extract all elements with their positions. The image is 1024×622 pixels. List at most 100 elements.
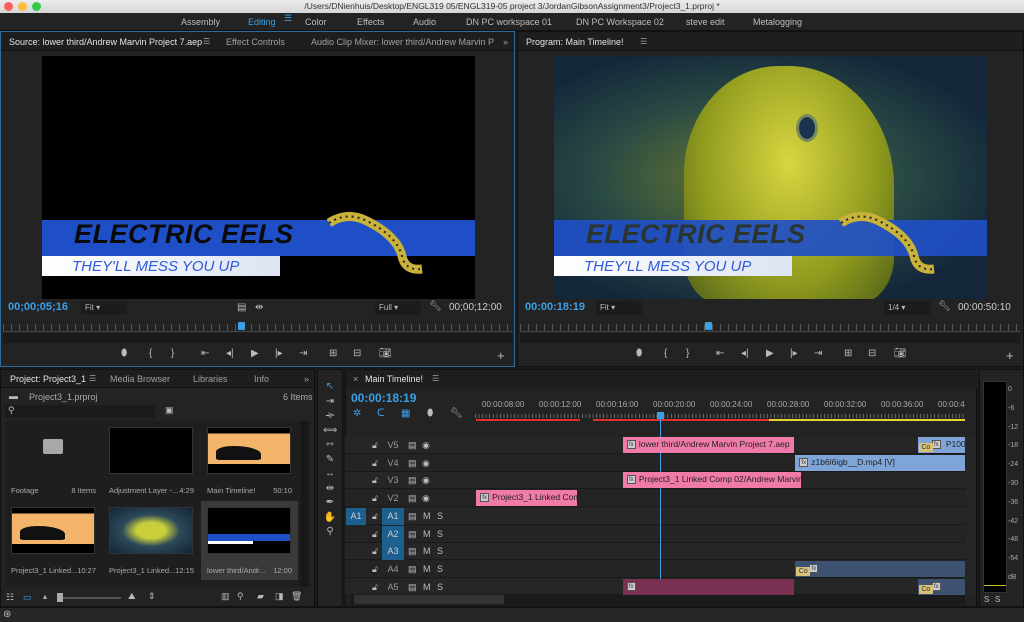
- solo-button[interactable]: S: [437, 582, 443, 592]
- step-back-icon[interactable]: ◂|: [741, 348, 749, 359]
- eye-icon[interactable]: ◉: [422, 440, 430, 451]
- find-icon[interactable]: ⚲: [237, 591, 244, 602]
- tab-libraries[interactable]: Libraries: [193, 374, 228, 384]
- source-fit-select[interactable]: Fit ▾: [81, 301, 127, 315]
- tab-source[interactable]: Source: lower third/Andrew Marvin Projec…: [9, 37, 202, 47]
- playhead-handle[interactable]: [656, 412, 664, 419]
- more-tabs-icon[interactable]: »: [503, 37, 508, 47]
- project-scrollbar[interactable]: [301, 421, 309, 587]
- ripple-edit-tool-icon[interactable]: ⟛: [323, 410, 337, 424]
- mute-button[interactable]: M: [423, 582, 431, 592]
- lift-icon[interactable]: ⊞: [844, 348, 852, 359]
- timeline-ruler[interactable]: 00:00:08:00 00:00:12:00 00:00:16:00 00:00:2…: [475, 397, 965, 421]
- project-item[interactable]: Adjustment Layer -... 4:29: [103, 421, 200, 500]
- project-search-input[interactable]: ⚲: [5, 405, 155, 418]
- rolling-edit-tool-icon[interactable]: ⟺: [323, 425, 337, 439]
- timeline-clip[interactable]: fxCo P1000481.MOV: [917, 437, 965, 453]
- nest-toggle-icon[interactable]: ✲: [353, 408, 361, 419]
- lock-icon[interactable]: 🔓︎: [372, 440, 378, 451]
- program-time-ruler[interactable]: [520, 324, 1020, 332]
- project-item[interactable]: lower third/Andr... 12:00: [201, 501, 298, 580]
- automate-to-sequence-icon[interactable]: ▥: [221, 591, 230, 602]
- rate-stretch-tool-icon[interactable]: ⇿: [323, 439, 337, 453]
- sync-lock-icon[interactable]: ▤: [408, 493, 417, 504]
- track-select-tool-icon[interactable]: ⇥: [323, 396, 337, 410]
- eye-icon[interactable]: ◉: [422, 458, 430, 469]
- mark-out-icon[interactable]: }: [686, 348, 689, 359]
- mute-button[interactable]: M: [423, 511, 431, 521]
- program-fit-select[interactable]: Fit ▾: [596, 301, 642, 315]
- solo-right-button[interactable]: S: [995, 595, 1000, 604]
- eye-icon[interactable]: ◉: [422, 475, 430, 486]
- track-target-a2[interactable]: A2: [382, 525, 404, 543]
- lock-icon[interactable]: 🔓︎: [372, 493, 378, 504]
- lock-icon[interactable]: 🔓︎: [372, 529, 378, 540]
- new-item-icon[interactable]: ◨: [275, 591, 284, 602]
- lock-icon[interactable]: 🔓︎: [372, 546, 378, 557]
- timeline-vertical-scrollbar[interactable]: [966, 437, 975, 597]
- new-bin-icon[interactable]: ▰: [257, 591, 264, 602]
- source-patch-a1[interactable]: A1: [346, 507, 366, 525]
- workspace-tab-effects[interactable]: Effects: [357, 17, 384, 27]
- safe-margins-icon[interactable]: ▤: [237, 302, 246, 313]
- track-target-v2[interactable]: V2: [382, 490, 404, 507]
- project-item[interactable]: Footage 8 Items: [5, 421, 102, 500]
- workspace-tab-steve-edit[interactable]: steve edit: [686, 17, 725, 27]
- close-tab-icon[interactable]: ×: [353, 374, 358, 384]
- program-quality-select[interactable]: 1/4 ▾: [884, 301, 930, 315]
- tab-project[interactable]: Project: Project3_1: [10, 374, 86, 384]
- step-back-icon[interactable]: ◂|: [226, 348, 234, 359]
- go-to-in-icon[interactable]: ⇤: [201, 348, 209, 359]
- sync-lock-icon[interactable]: ▤: [408, 475, 417, 486]
- icon-view-icon[interactable]: ▭: [23, 592, 32, 603]
- slider-handle[interactable]: [57, 593, 63, 602]
- export-frame-icon[interactable]: 📷︎: [894, 348, 907, 359]
- sort-icon[interactable]: ⇕: [148, 591, 156, 602]
- workspace-tab-assembly[interactable]: Assembly: [181, 17, 220, 27]
- wrench-icon[interactable]: 🔧︎: [938, 301, 951, 312]
- workspace-tab-dn-pc-workspace-02[interactable]: DN PC Workspace 02: [576, 17, 664, 27]
- wrench-icon[interactable]: 🔧︎: [429, 301, 442, 312]
- workspace-tab-dn-pc-workspace-01[interactable]: DN PC workspace 01: [466, 17, 552, 27]
- step-forward-icon[interactable]: |▸: [790, 348, 798, 359]
- solo-button[interactable]: S: [437, 564, 443, 574]
- panel-menu-icon[interactable]: ☰: [89, 374, 96, 383]
- razor-tool-icon[interactable]: ✎: [323, 454, 337, 468]
- pen-tool-icon[interactable]: ✒: [323, 497, 337, 511]
- zoom-out-icon[interactable]: ▴: [43, 592, 47, 601]
- timeline-timecode[interactable]: 00:00:18:19: [351, 391, 416, 405]
- source-playhead[interactable]: [237, 322, 245, 330]
- track-target-v4[interactable]: V4: [382, 455, 404, 472]
- workspace-tab-metalogging[interactable]: Metalogging: [753, 17, 802, 27]
- zoom-window-button[interactable]: [32, 2, 41, 11]
- export-frame-icon[interactable]: 📷︎: [379, 348, 392, 359]
- solo-left-button[interactable]: S: [984, 595, 989, 604]
- workspace-tab-color[interactable]: Color: [305, 17, 327, 27]
- mark-in-icon[interactable]: {: [149, 348, 152, 359]
- tab-info[interactable]: Info: [254, 374, 269, 384]
- solo-button[interactable]: S: [437, 529, 443, 539]
- trash-icon[interactable]: 🗑︎: [291, 591, 302, 602]
- go-to-in-icon[interactable]: ⇤: [716, 348, 724, 359]
- project-item[interactable]: Project3_1 Linked... 10:27: [5, 501, 102, 580]
- play-icon[interactable]: ▶: [251, 348, 259, 359]
- mute-button[interactable]: M: [423, 564, 431, 574]
- source-timecode[interactable]: 00;00;05;16: [8, 301, 68, 313]
- panel-menu-icon[interactable]: ☰: [640, 37, 647, 46]
- extract-icon[interactable]: ⊟: [868, 348, 876, 359]
- lock-icon[interactable]: 🔓︎: [372, 582, 378, 593]
- insert-icon[interactable]: ⊞: [329, 348, 337, 359]
- snap-icon[interactable]: ᑕ: [377, 408, 384, 419]
- track-target-v3[interactable]: V3: [382, 472, 404, 489]
- more-tabs-icon[interactable]: »: [304, 374, 309, 384]
- track-target-a3[interactable]: A3: [382, 543, 404, 561]
- lock-icon[interactable]: 🔓︎: [372, 564, 378, 575]
- hand-tool-icon[interactable]: ✋: [323, 512, 337, 526]
- button-editor-plus-icon[interactable]: +: [497, 348, 505, 363]
- overwrite-icon[interactable]: ⊟: [353, 348, 361, 359]
- timeline-clip[interactable]: fx Project3_1 Linked Comp 02/Andrew Marvi…: [622, 472, 801, 489]
- tab-program[interactable]: Program: Main Timeline!: [526, 37, 624, 47]
- scrollbar-thumb[interactable]: [354, 595, 504, 604]
- program-timecode[interactable]: 00:00:18:19: [525, 301, 585, 313]
- timeline-clip[interactable]: fx lower third/Andrew Marvin Project 7.ae…: [622, 437, 794, 453]
